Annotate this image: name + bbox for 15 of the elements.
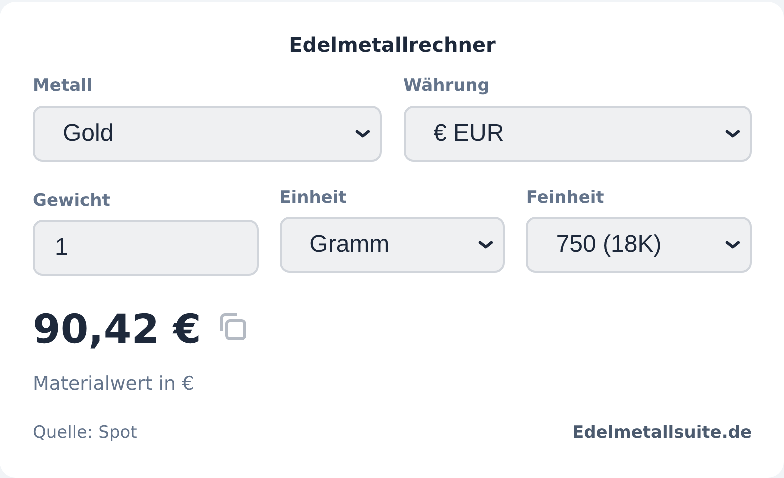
- dropdown[interactable]: Gold: [33, 106, 382, 162]
- field-label: Einheit: [280, 186, 348, 210]
- field-label: Gewicht: [33, 190, 112, 212]
- source-label: Quelle: Spot: [33, 422, 138, 444]
- site-link[interactable]: Edelmetallsuite.de: [572, 420, 752, 446]
- field-label: Metall: [33, 75, 94, 98]
- result-caption: Materialwert in €: [33, 372, 196, 397]
- result-value: 90,42 €: [33, 310, 202, 350]
- field-label: Währung: [404, 75, 491, 98]
- calculator-title: Edelmetallrechner: [288, 32, 497, 59]
- dropdown[interactable]: 750 (18K): [526, 217, 752, 273]
- dropdown[interactable]: Gramm: [280, 217, 506, 273]
- dropdown[interactable]: € EUR: [404, 106, 752, 162]
- input-field[interactable]: 1: [33, 220, 259, 276]
- field-label: Feinheit: [526, 186, 606, 210]
